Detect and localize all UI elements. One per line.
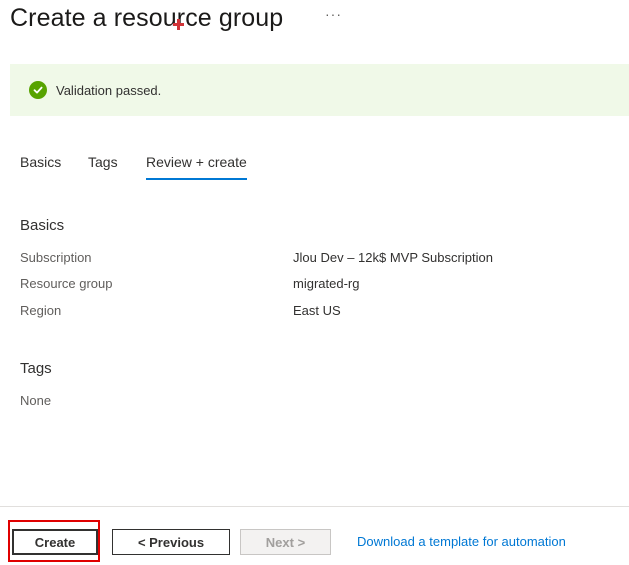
tab-basics[interactable]: Basics bbox=[20, 152, 61, 180]
section-heading-basics: Basics bbox=[20, 217, 65, 234]
next-button: Next > bbox=[240, 529, 331, 555]
create-resource-group-page: Create a resource group ··· Validation p… bbox=[0, 0, 629, 565]
label-region: Region bbox=[20, 303, 62, 318]
value-subscription: Jlou Dev – 12k$ MVP Subscription bbox=[293, 250, 493, 265]
tab-review-create[interactable]: Review + create bbox=[146, 152, 247, 180]
checkmark-circle-icon bbox=[29, 81, 47, 99]
page-title: Create a resource group bbox=[10, 4, 284, 32]
previous-button[interactable]: < Previous bbox=[112, 529, 230, 555]
cursor-crosshair-icon bbox=[173, 19, 184, 30]
footer-divider bbox=[0, 506, 629, 507]
tab-tags[interactable]: Tags bbox=[88, 152, 118, 180]
validation-message: Validation passed. bbox=[56, 82, 162, 98]
create-button[interactable]: Create bbox=[12, 529, 98, 555]
label-subscription: Subscription bbox=[20, 250, 92, 265]
more-actions-icon[interactable]: ··· bbox=[325, 6, 342, 22]
label-resource-group: Resource group bbox=[20, 276, 113, 291]
download-template-link[interactable]: Download a template for automation bbox=[357, 534, 566, 549]
section-heading-tags: Tags bbox=[20, 360, 52, 377]
value-tags: None bbox=[20, 393, 52, 408]
value-region: East US bbox=[293, 303, 341, 318]
validation-banner: Validation passed. bbox=[10, 64, 629, 116]
value-resource-group: migrated-rg bbox=[293, 276, 360, 291]
